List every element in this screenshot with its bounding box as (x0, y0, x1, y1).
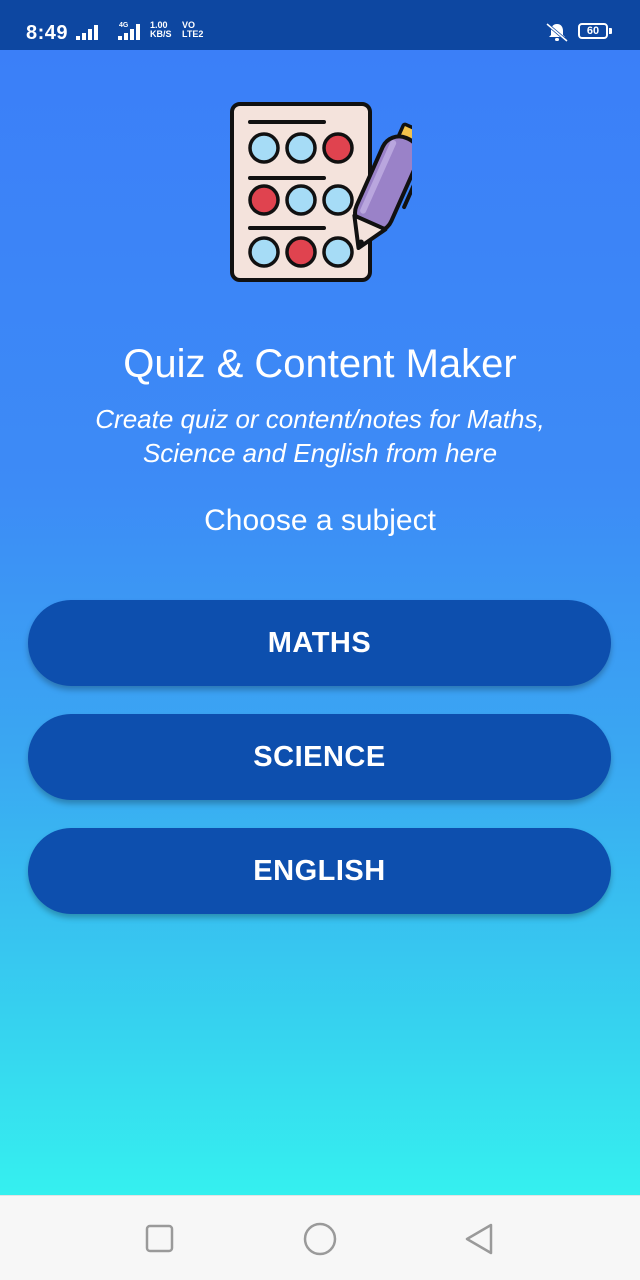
choose-subject-label: Choose a subject (204, 504, 436, 537)
battery-icon: 60 (578, 23, 608, 39)
recent-apps-icon[interactable] (144, 1222, 176, 1261)
network-speed: 1.00 KB/S (150, 21, 172, 39)
status-bar: 8:49 4G 1.00 KB/S VO LTE2 60 (0, 0, 640, 50)
svg-text:4G: 4G (119, 22, 129, 29)
volte-bottom: LTE2 (182, 29, 204, 39)
main-content: Quiz & Content Maker Create quiz or cont… (0, 50, 640, 1195)
status-time: 8:49 (26, 22, 69, 44)
battery-tip (609, 28, 612, 34)
maths-button[interactable]: MATHS (28, 600, 611, 686)
volte-icon: VO LTE2 (182, 21, 203, 39)
bell-off-icon (544, 22, 570, 47)
quiz-sheet-pen-icon (228, 100, 428, 291)
science-button[interactable]: SCIENCE (28, 714, 611, 800)
navigation-bar (0, 1195, 640, 1280)
app-title: Quiz & Content Maker (123, 342, 517, 386)
network-4g-icon: 4G (114, 20, 146, 45)
speed-unit: KB/S (150, 29, 172, 39)
back-icon[interactable] (462, 1222, 496, 1261)
app-subtitle: Create quiz or content/notes for Maths, … (95, 404, 545, 468)
signal-icon (76, 24, 104, 45)
app-screen: 8:49 4G 1.00 KB/S VO LTE2 60 Quiz & Cont… (0, 0, 640, 1280)
english-button[interactable]: ENGLISH (28, 828, 611, 914)
home-icon[interactable] (302, 1222, 338, 1261)
